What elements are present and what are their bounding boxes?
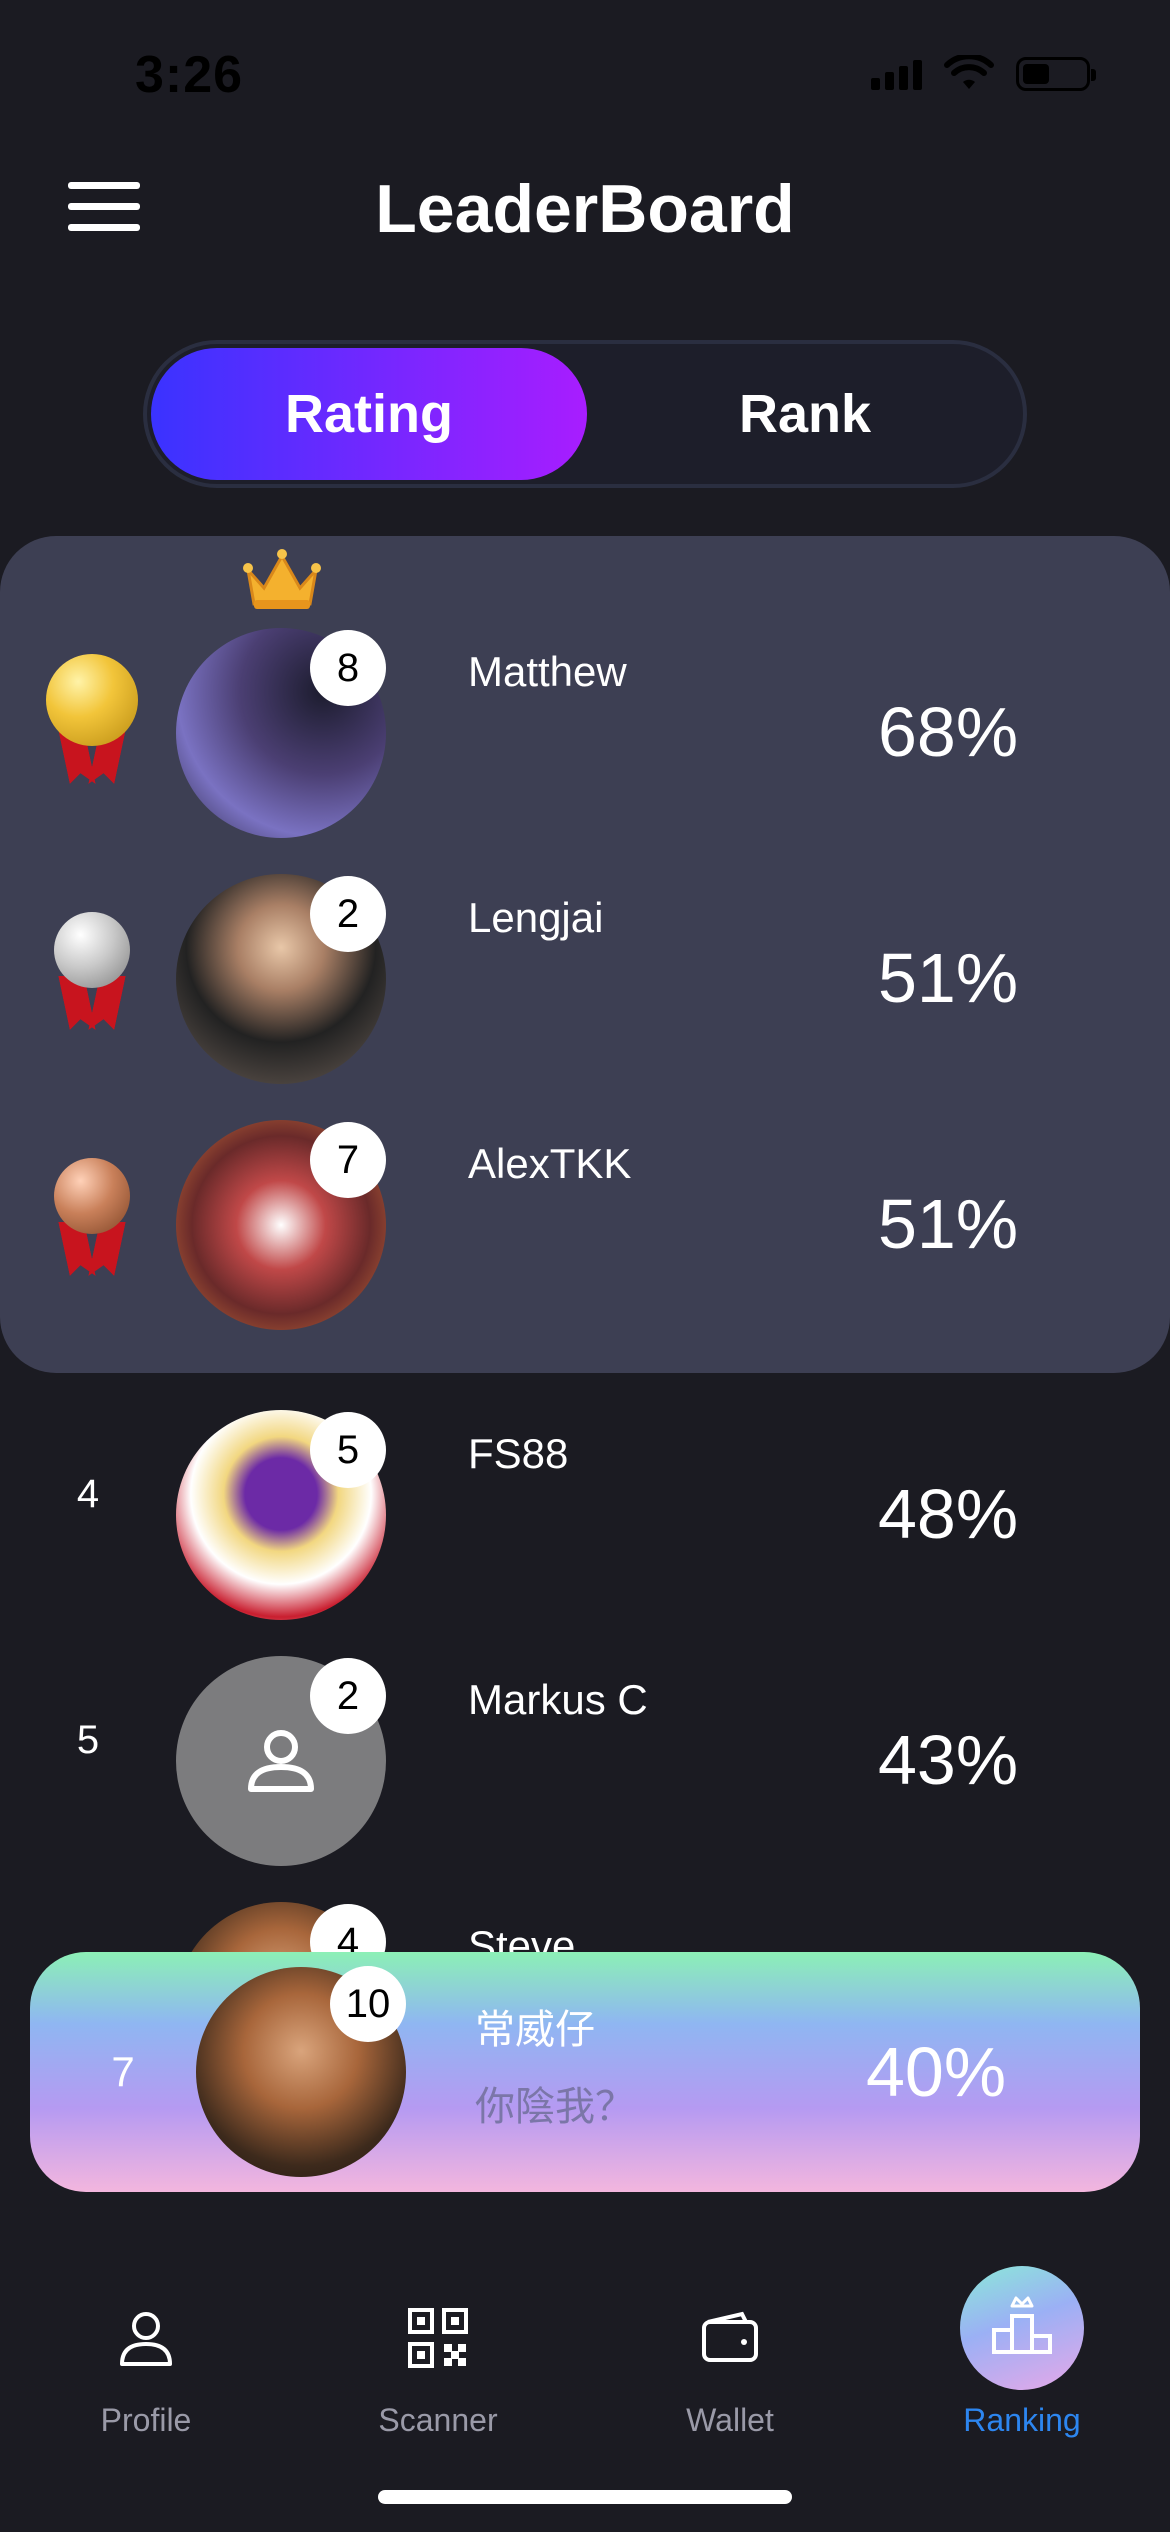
player-percent: 48% xyxy=(878,1475,1019,1553)
tab-rank[interactable]: Rank xyxy=(587,348,1023,480)
tab-label: Profile xyxy=(100,2402,192,2438)
player-percent: 40% xyxy=(866,2033,1007,2111)
crown-icon xyxy=(243,549,321,609)
battery-icon xyxy=(1016,57,1096,91)
gold-medal-icon xyxy=(44,654,140,794)
rank-number: 4 xyxy=(76,1472,100,1516)
count-badge: 10 xyxy=(330,1966,406,2042)
count-badge: 5 xyxy=(310,1412,386,1488)
count-badge: 7 xyxy=(310,1122,386,1198)
bronze-medal-icon xyxy=(44,1146,140,1286)
qr-code-icon xyxy=(408,2308,468,2368)
tab-rating[interactable]: Rating xyxy=(151,348,587,480)
count-badge: 2 xyxy=(310,876,386,952)
person-icon xyxy=(120,2312,172,2366)
current-user-card[interactable]: 7 10 常威仔 你陰我？ 40% xyxy=(30,1952,1140,2192)
status-time: 3:26 xyxy=(135,46,244,104)
tab-label: Scanner xyxy=(378,2402,498,2438)
player-name: Markus C xyxy=(468,1676,648,1723)
player-subtitle: 你陰我？ xyxy=(475,2085,635,2129)
player-percent: 51% xyxy=(878,939,1019,1017)
player-name: FS88 xyxy=(468,1430,569,1477)
tab-profile[interactable]: Profile xyxy=(0,2260,292,2460)
rank-number: 7 xyxy=(111,2048,135,2095)
leaderboard-row[interactable]: 4 5 FS88 48% xyxy=(0,1390,1170,1620)
home-indicator xyxy=(378,2490,792,2504)
count-badge: 8 xyxy=(310,630,386,706)
count-badge: 2 xyxy=(310,1658,386,1734)
person-placeholder-icon xyxy=(248,1730,314,1792)
leaderboard-row[interactable]: 8 Matthew 68% xyxy=(0,608,1170,838)
tab-scanner[interactable]: Scanner xyxy=(292,2260,584,2460)
status-icons xyxy=(871,55,1096,93)
leaderboard-row[interactable]: 5 2 Markus C 43% xyxy=(0,1636,1170,1866)
cellular-signal-icon xyxy=(871,58,922,90)
silver-medal-icon xyxy=(44,900,140,1040)
podium-icon xyxy=(992,2296,1052,2354)
bottom-tab-bar: Profile Scanner Wallet Ranking xyxy=(0,2260,1170,2460)
leaderboard-row[interactable]: 2 Lengjai 51% xyxy=(0,854,1170,1084)
player-name: Matthew xyxy=(468,648,627,695)
rank-number: 5 xyxy=(76,1718,100,1762)
leaderboard-screen: 3:26 LeaderBoard Rating Rank 8 Matthew 6… xyxy=(0,0,1170,2532)
tab-label: Wallet xyxy=(686,2402,774,2438)
tab-wallet[interactable]: Wallet xyxy=(584,2260,876,2460)
tab-label: Ranking xyxy=(963,2402,1081,2438)
tab-ranking[interactable]: Ranking xyxy=(876,2260,1168,2460)
player-name: AlexTKK xyxy=(468,1140,632,1187)
player-percent: 43% xyxy=(878,1721,1019,1799)
wifi-icon xyxy=(944,55,994,89)
leaderboard-row[interactable]: 7 AlexTKK 51% xyxy=(0,1100,1170,1330)
segmented-control: Rating Rank xyxy=(143,340,1027,488)
player-percent: 68% xyxy=(878,693,1019,771)
player-name: 常威仔 xyxy=(475,2008,595,2052)
wallet-icon xyxy=(702,2311,758,2362)
player-percent: 51% xyxy=(878,1185,1019,1263)
page-title: LeaderBoard xyxy=(375,171,795,247)
player-name: Lengjai xyxy=(468,894,604,941)
